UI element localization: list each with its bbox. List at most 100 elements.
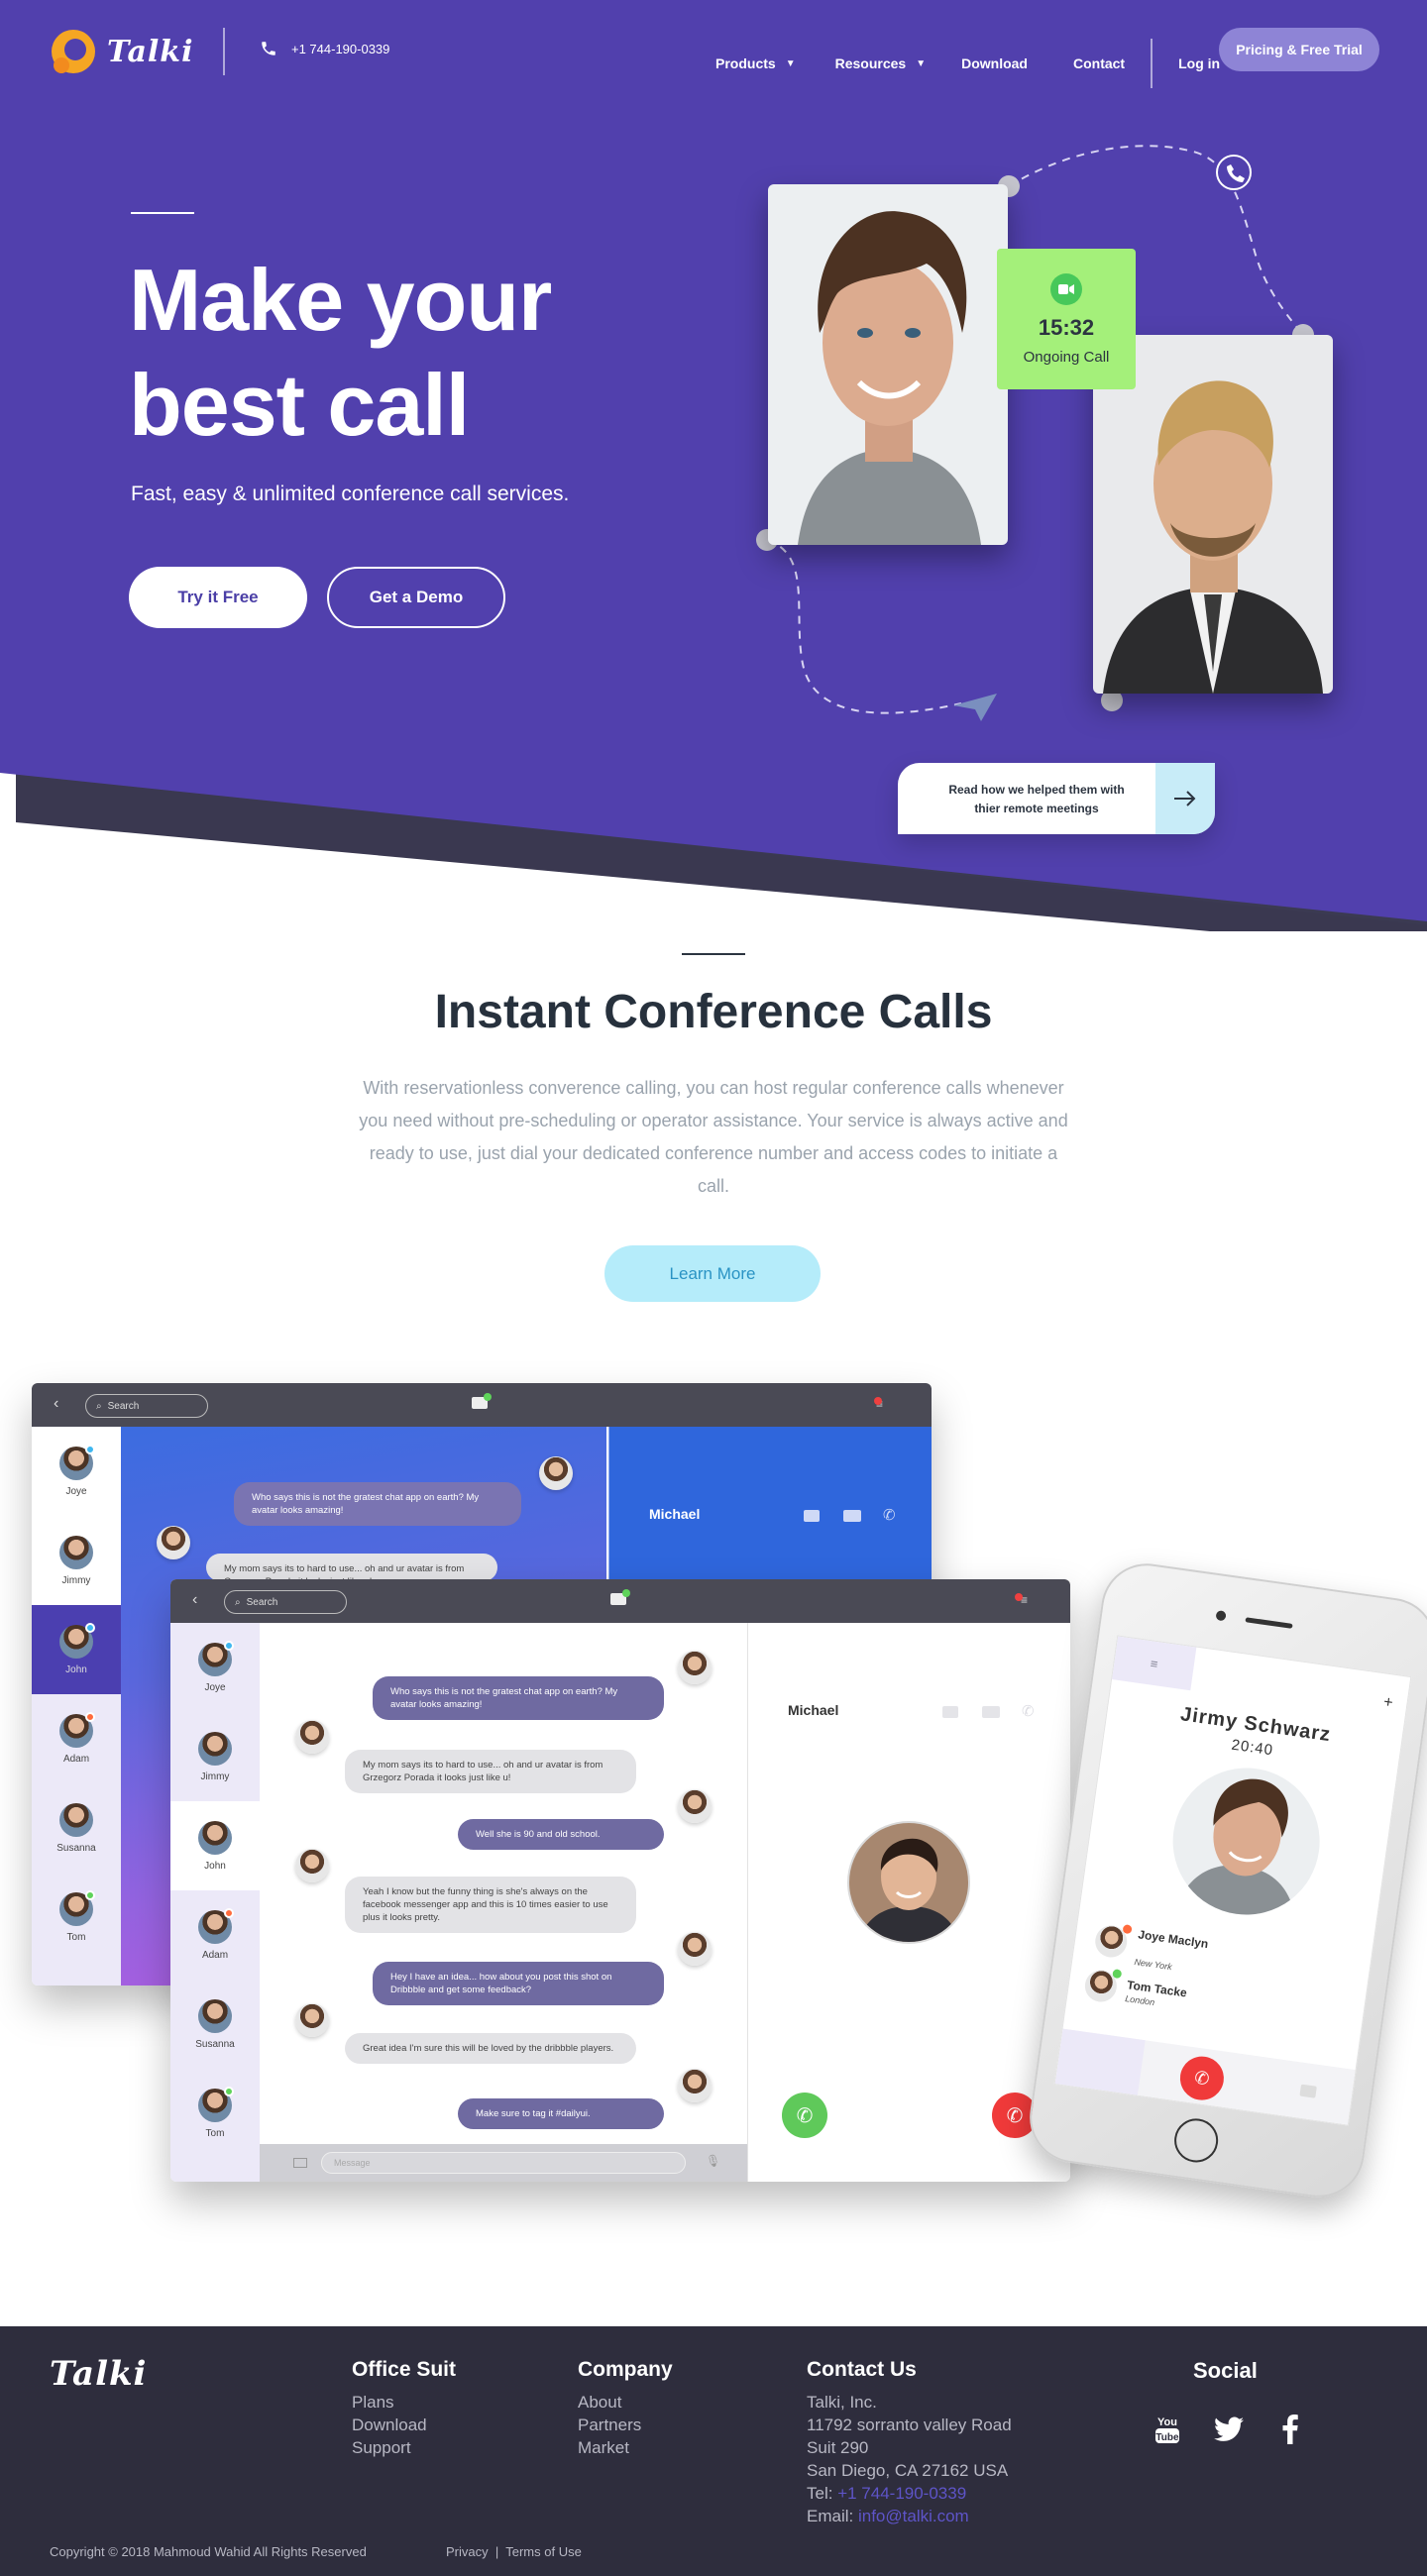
tel-line: Tel: +1 744-190-0339: [807, 2482, 1012, 2505]
avatar: [59, 1889, 95, 1926]
contact-item[interactable]: Adam: [32, 1694, 121, 1783]
avatar: [678, 1789, 712, 1823]
message-bubble-sent: Who says this is not the gratest chat ap…: [373, 1676, 664, 1720]
search-icon: ⌕: [96, 1400, 102, 1412]
svg-text:Tube: Tube: [1155, 2432, 1179, 2443]
case-study-text: Read how we helped them with thier remot…: [948, 783, 1125, 815]
footer: Talki Office Suit Plans Download Support…: [0, 2326, 1427, 2576]
terms-link[interactable]: Terms of Use: [505, 2544, 582, 2559]
image-icon[interactable]: [293, 2158, 307, 2168]
message-bubble-sent: Who says this is not the gratest chat ap…: [234, 1482, 521, 1526]
avatar: [198, 1820, 232, 1855]
add-icon[interactable]: +: [1382, 1694, 1394, 1713]
social-links: You Tube: [1150, 2412, 1308, 2447]
accept-call-button[interactable]: ✆: [782, 2093, 827, 2138]
contact-item[interactable]: Joye: [32, 1427, 121, 1516]
contact-name: Joye: [65, 1485, 87, 1497]
avatar: [198, 1998, 232, 2033]
legal-separator: |: [492, 2544, 506, 2559]
paper-plane-icon: [953, 694, 997, 721]
microphone-icon[interactable]: 🎙: [706, 2154, 720, 2168]
contact-item[interactable]: Jimmy: [32, 1516, 121, 1605]
tel-label: Tel:: [807, 2484, 838, 2503]
contacts-sidebar: Joye Jimmy John Adam Susanna Tom: [170, 1623, 260, 2182]
contact-item[interactable]: Adam: [170, 1890, 260, 1980]
caller-avatar: [1163, 1758, 1330, 1925]
footer-logo[interactable]: Talki: [50, 2354, 147, 2394]
contact-name: Tom: [66, 1931, 86, 1943]
contact-item[interactable]: Jimmy: [170, 1712, 260, 1801]
footer-link[interactable]: Plans: [352, 2391, 456, 2414]
avatar: [539, 1456, 573, 1490]
alert-dot: [874, 1397, 882, 1405]
chat-icon[interactable]: [1299, 2084, 1317, 2098]
end-call-button[interactable]: ✆: [1177, 2053, 1227, 2103]
search-input[interactable]: ⌕ Search: [224, 1590, 347, 1614]
avatar: [1093, 1923, 1133, 1960]
contact-item[interactable]: Susanna: [170, 1980, 260, 2069]
footer-link[interactable]: Download: [352, 2414, 456, 2436]
phone-icon[interactable]: ✆: [883, 1506, 896, 1524]
section-description: With reservationless converence calling,…: [359, 1078, 1068, 1196]
avatar: [295, 1720, 329, 1754]
contact-item[interactable]: Susanna: [32, 1783, 121, 1873]
footer-link[interactable]: Partners: [578, 2414, 673, 2436]
privacy-link[interactable]: Privacy: [446, 2544, 489, 2559]
call-status: Ongoing Call: [1023, 348, 1110, 366]
copyright-text: Copyright © 2018 Mahmoud Wahid All Right…: [50, 2544, 367, 2559]
message-composer: Message 🎙: [260, 2144, 747, 2182]
notification-dot: [484, 1393, 492, 1401]
message-placeholder: Message: [334, 2158, 371, 2168]
avatar: [678, 1932, 712, 1966]
learn-more-button[interactable]: Learn More: [604, 1245, 821, 1302]
section-accent-line: [682, 953, 745, 955]
facebook-icon[interactable]: [1272, 2412, 1308, 2447]
address-line: San Diego, CA 27162 USA: [807, 2461, 1009, 2480]
legal-links: Privacy | Terms of Use: [446, 2544, 582, 2559]
contact-item[interactable]: Tom: [32, 1873, 121, 1962]
contact-item[interactable]: John: [32, 1605, 121, 1694]
footer-link[interactable]: Support: [352, 2436, 456, 2459]
arrow-right-icon[interactable]: [1155, 763, 1215, 834]
contact-item[interactable]: Joye: [170, 1623, 260, 1712]
app-topbar: ‹ ⌕Search ≡: [32, 1383, 932, 1427]
avatar: [157, 1526, 190, 1559]
contact-item[interactable]: Tom: [170, 2069, 260, 2158]
footer-column-title: Contact Us: [807, 2358, 917, 2381]
address-line: Talki, Inc.: [807, 2393, 877, 2412]
footer-office-column: Office Suit Plans Download Support: [352, 2358, 456, 2459]
tel-link[interactable]: +1 744-190-0339: [837, 2484, 966, 2503]
email-label: Email:: [807, 2507, 858, 2525]
message-bubble-received: Yeah I know but the funny thing is she's…: [345, 1877, 636, 1933]
contact-name: Joye: [204, 1681, 226, 1693]
message-bubble-sent: Hey I have an idea... how about you post…: [373, 1962, 664, 2005]
contact-item[interactable]: John: [170, 1801, 260, 1890]
youtube-icon[interactable]: You Tube: [1150, 2412, 1185, 2447]
footer-link[interactable]: Market: [578, 2436, 673, 2459]
back-icon[interactable]: ‹: [54, 1395, 58, 1413]
video-icon[interactable]: [982, 1706, 1000, 1718]
search-placeholder: Search: [107, 1400, 140, 1412]
contact-list-name: Joye Maclyn: [1137, 1927, 1210, 1952]
chat-icon[interactable]: [942, 1706, 958, 1718]
address-line: 11792 sorranto valley Road: [807, 2415, 1012, 2434]
twitter-icon[interactable]: [1211, 2412, 1247, 2447]
avatar: [59, 1711, 95, 1748]
message-input[interactable]: Message: [321, 2152, 686, 2174]
phone-menu-tab[interactable]: ≡: [1112, 1636, 1197, 1691]
footer-column-title: Company: [578, 2358, 673, 2381]
avatar: [59, 1444, 95, 1480]
case-study-card[interactable]: Read how we helped them with thier remot…: [898, 763, 1215, 834]
search-input[interactable]: ⌕ Search: [85, 1394, 208, 1418]
avatar: [59, 1802, 93, 1837]
footer-contact-column: Contact Us Talki, Inc. 11792 sorranto va…: [807, 2358, 1012, 2527]
chat-icon[interactable]: [804, 1510, 820, 1522]
back-icon[interactable]: ‹: [192, 1591, 197, 1609]
footer-link[interactable]: About: [578, 2391, 673, 2414]
video-icon[interactable]: [843, 1510, 861, 1522]
call-timer: 15:32: [1038, 314, 1095, 340]
phone-icon[interactable]: ✆: [1022, 1702, 1035, 1720]
email-link[interactable]: info@talki.com: [858, 2507, 969, 2525]
search-placeholder: Search: [246, 1596, 278, 1608]
caller-photo-1: [768, 184, 1008, 545]
